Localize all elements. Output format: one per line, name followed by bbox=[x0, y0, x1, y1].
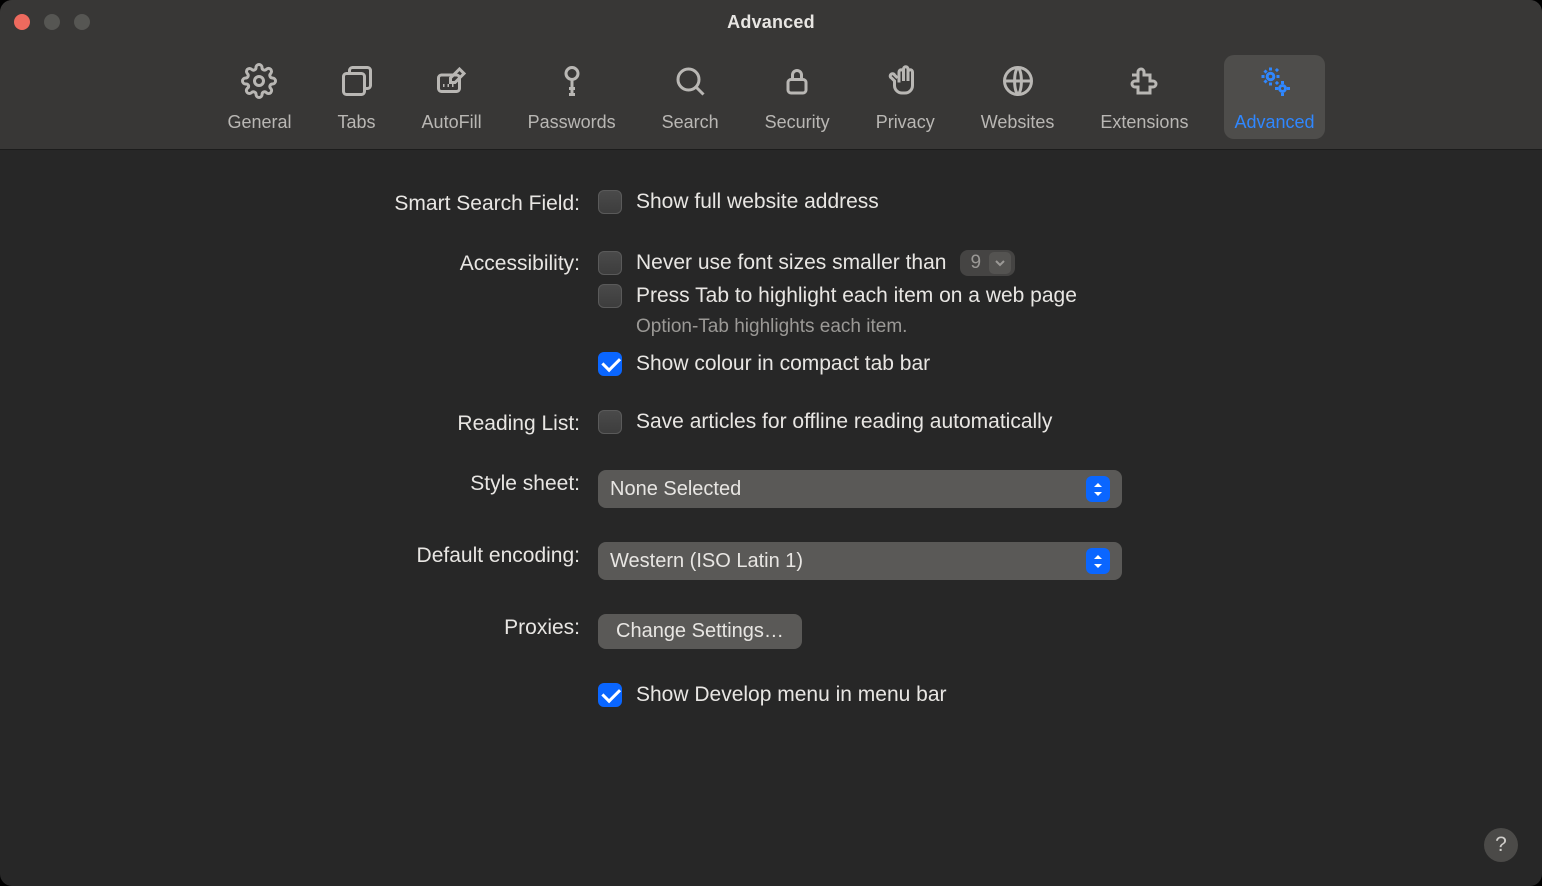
develop-menu-option[interactable]: Show Develop menu in menu bar bbox=[598, 683, 1482, 707]
min-font-size-checkbox[interactable] bbox=[598, 251, 622, 275]
change-settings-text: Change Settings… bbox=[616, 620, 784, 643]
zoom-window-button[interactable] bbox=[74, 14, 90, 30]
key-icon bbox=[554, 63, 590, 104]
search-icon bbox=[672, 63, 708, 104]
min-font-size-option[interactable]: Never use font sizes smaller than 9 bbox=[598, 250, 1482, 276]
save-offline-text: Save articles for offline reading automa… bbox=[636, 410, 1052, 434]
minimize-window-button[interactable] bbox=[44, 14, 60, 30]
encoding-popup[interactable]: Western (ISO Latin 1) bbox=[598, 542, 1122, 580]
tab-highlight-option[interactable]: Press Tab to highlight each item on a we… bbox=[598, 284, 1482, 308]
tab-passwords[interactable]: Passwords bbox=[518, 55, 626, 139]
chevron-down-icon[interactable] bbox=[989, 252, 1011, 274]
preferences-window: Advanced General Tabs AutoFill Passwor bbox=[0, 0, 1542, 886]
tab-label: Tabs bbox=[338, 112, 376, 133]
tab-label: AutoFill bbox=[422, 112, 482, 133]
encoding-label: Default encoding: bbox=[60, 542, 580, 568]
stylesheet-label: Style sheet: bbox=[60, 470, 580, 496]
save-offline-option[interactable]: Save articles for offline reading automa… bbox=[598, 410, 1482, 434]
tab-label: Advanced bbox=[1234, 112, 1314, 133]
tab-label: Websites bbox=[981, 112, 1055, 133]
tab-label: Privacy bbox=[876, 112, 935, 133]
close-window-button[interactable] bbox=[14, 14, 30, 30]
compact-colour-option[interactable]: Show colour in compact tab bar bbox=[598, 352, 1482, 376]
tab-autofill[interactable]: AutoFill bbox=[412, 55, 492, 139]
show-full-address-text: Show full website address bbox=[636, 190, 879, 214]
proxies-label: Proxies: bbox=[60, 614, 580, 640]
gear-icon bbox=[241, 63, 277, 104]
popup-arrows-icon bbox=[1086, 476, 1110, 502]
tab-label: Extensions bbox=[1100, 112, 1188, 133]
tab-label: General bbox=[227, 112, 291, 133]
globe-icon bbox=[1000, 63, 1036, 104]
develop-menu-text: Show Develop menu in menu bar bbox=[636, 683, 947, 707]
compact-colour-checkbox[interactable] bbox=[598, 352, 622, 376]
preferences-toolbar: General Tabs AutoFill Passwords Search bbox=[0, 44, 1542, 150]
tab-advanced[interactable]: Advanced bbox=[1224, 55, 1324, 139]
tab-privacy[interactable]: Privacy bbox=[866, 55, 945, 139]
reading-list-label: Reading List: bbox=[60, 410, 580, 436]
popup-arrows-icon bbox=[1086, 548, 1110, 574]
window-controls bbox=[14, 14, 90, 30]
tab-websites[interactable]: Websites bbox=[971, 55, 1065, 139]
show-full-address-option[interactable]: Show full website address bbox=[598, 190, 1482, 214]
tab-security[interactable]: Security bbox=[755, 55, 840, 139]
spacer bbox=[60, 683, 580, 685]
min-font-size-text: Never use font sizes smaller than bbox=[636, 251, 946, 275]
min-font-size-stepper[interactable]: 9 bbox=[960, 250, 1015, 276]
puzzle-icon bbox=[1126, 63, 1162, 104]
tab-label: Security bbox=[765, 112, 830, 133]
tab-highlight-checkbox[interactable] bbox=[598, 284, 622, 308]
tab-highlight-hint: Option-Tab highlights each item. bbox=[636, 316, 1482, 338]
question-mark-icon: ? bbox=[1495, 833, 1507, 857]
tab-highlight-text: Press Tab to highlight each item on a we… bbox=[636, 284, 1077, 308]
develop-menu-checkbox[interactable] bbox=[598, 683, 622, 707]
smart-search-label: Smart Search Field: bbox=[60, 190, 580, 216]
compact-colour-text: Show colour in compact tab bar bbox=[636, 352, 930, 376]
min-font-size-value: 9 bbox=[970, 252, 981, 274]
change-settings-button[interactable]: Change Settings… bbox=[598, 614, 802, 649]
show-full-address-checkbox[interactable] bbox=[598, 190, 622, 214]
stylesheet-popup[interactable]: None Selected bbox=[598, 470, 1122, 508]
tab-label: Search bbox=[662, 112, 719, 133]
titlebar: Advanced bbox=[0, 0, 1542, 44]
tab-search[interactable]: Search bbox=[652, 55, 729, 139]
encoding-value: Western (ISO Latin 1) bbox=[610, 550, 803, 573]
double-gear-icon bbox=[1257, 63, 1293, 104]
tab-general[interactable]: General bbox=[217, 55, 301, 139]
tab-extensions[interactable]: Extensions bbox=[1090, 55, 1198, 139]
tabs-icon bbox=[339, 63, 375, 104]
advanced-pane: Smart Search Field: Show full website ad… bbox=[0, 150, 1542, 777]
stylesheet-value: None Selected bbox=[610, 478, 741, 501]
save-offline-checkbox[interactable] bbox=[598, 410, 622, 434]
window-title: Advanced bbox=[0, 12, 1542, 33]
accessibility-label: Accessibility: bbox=[60, 250, 580, 276]
tab-tabs[interactable]: Tabs bbox=[328, 55, 386, 139]
lock-icon bbox=[779, 63, 815, 104]
autofill-pencil-icon bbox=[434, 63, 470, 104]
help-button[interactable]: ? bbox=[1484, 828, 1518, 862]
tab-label: Passwords bbox=[528, 112, 616, 133]
hand-icon bbox=[887, 63, 923, 104]
